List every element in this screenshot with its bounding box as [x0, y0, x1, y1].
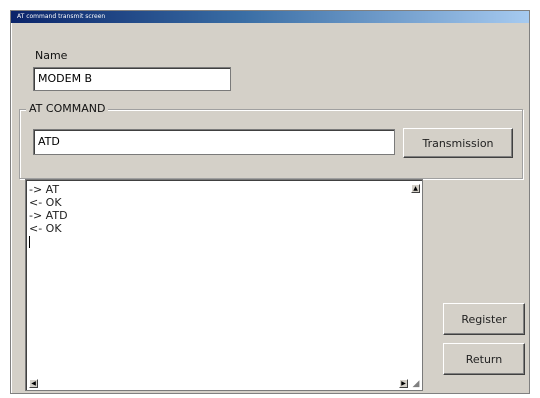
at-command-group-label: AT COMMAND [26, 102, 109, 115]
window-title: AT command transmit screen [11, 11, 529, 23]
scroll-right-icon[interactable]: ▶ [399, 379, 408, 388]
log-lines: -> AT <- OK -> ATD <- OK [29, 183, 68, 248]
text-caret [29, 236, 30, 248]
at-command-window: AT command transmit screen Name MODEM B … [10, 10, 530, 394]
log-line: <- OK [29, 196, 62, 209]
name-input[interactable]: MODEM B [33, 67, 231, 91]
register-button[interactable]: Register [443, 303, 525, 335]
at-command-input[interactable]: ATD [33, 129, 395, 155]
log-line: -> ATD [29, 209, 68, 222]
log-line: <- OK [29, 222, 62, 235]
name-label: Name [35, 49, 68, 62]
transmission-button[interactable]: Transmission [403, 128, 513, 158]
scroll-up-icon[interactable]: ▲ [411, 184, 420, 193]
log-line: -> AT [29, 183, 60, 196]
return-button[interactable]: Return [443, 343, 525, 375]
scroll-left-icon[interactable]: ◀ [29, 379, 38, 388]
resize-grip-icon[interactable]: ◢ [411, 379, 421, 389]
command-log[interactable]: -> AT <- OK -> ATD <- OK ▲ ◀ ▶ ◢ [25, 179, 423, 391]
